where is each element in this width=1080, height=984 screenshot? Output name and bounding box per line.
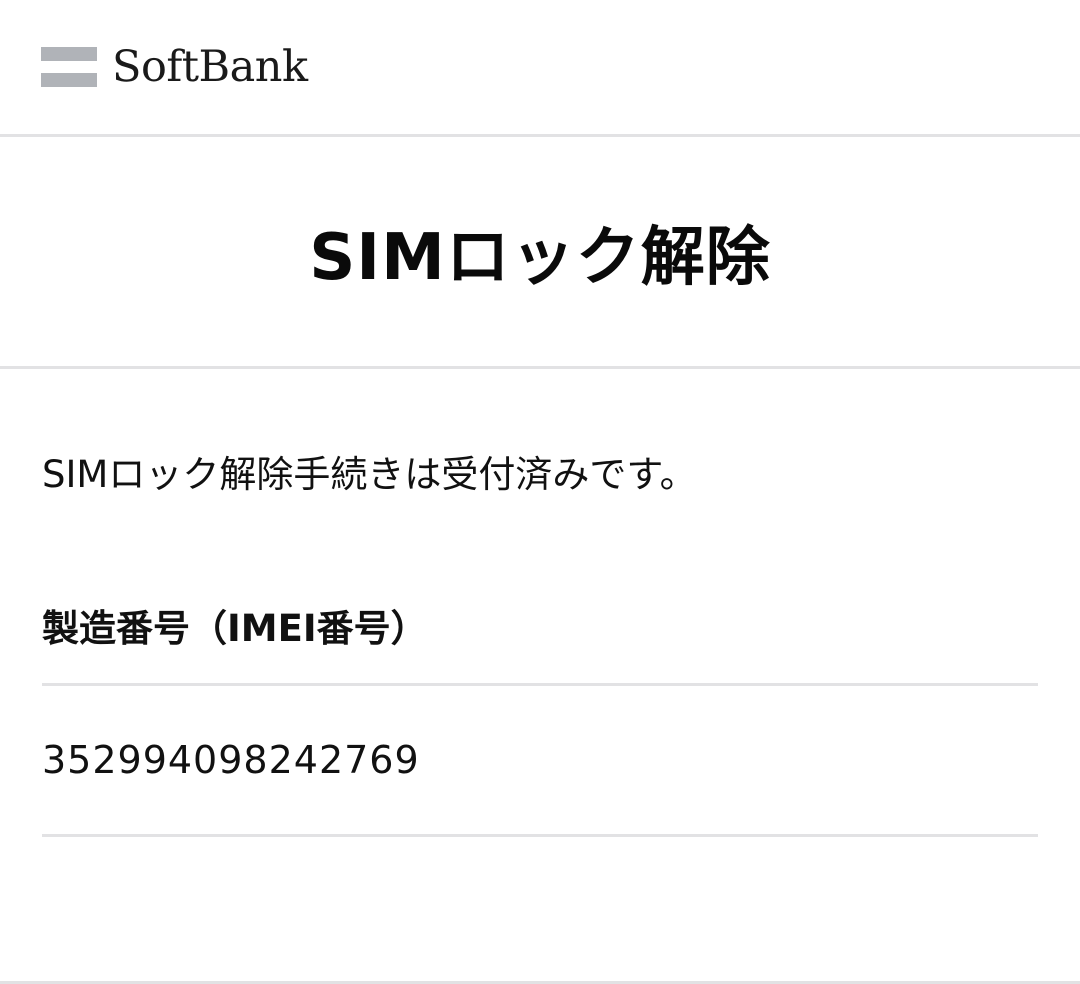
softbank-logo-mark-icon: [41, 47, 97, 87]
logo-bar-top: [41, 47, 97, 61]
imei-label: 製造番号（IMEI番号）: [42, 607, 428, 651]
page-title: SIMロック解除: [309, 220, 771, 295]
main-content: SIMロック解除手続きは受付済みです。 製造番号（IMEI番号） 3529940…: [0, 369, 1080, 837]
logo-bar-bottom: [41, 73, 97, 87]
softbank-logo[interactable]: SoftBank: [41, 41, 308, 92]
imei-value: 352994098242769: [42, 738, 420, 783]
brand-name: SoftBank: [112, 41, 308, 92]
divider: [42, 833, 1038, 837]
site-header: SoftBank: [0, 0, 1080, 137]
page: SoftBank SIMロック解除 SIMロック解除手続きは受付済みです。 製造…: [0, 0, 1080, 984]
title-section: SIMロック解除: [0, 137, 1080, 369]
status-message: SIMロック解除手続きは受付済みです。: [42, 453, 697, 496]
